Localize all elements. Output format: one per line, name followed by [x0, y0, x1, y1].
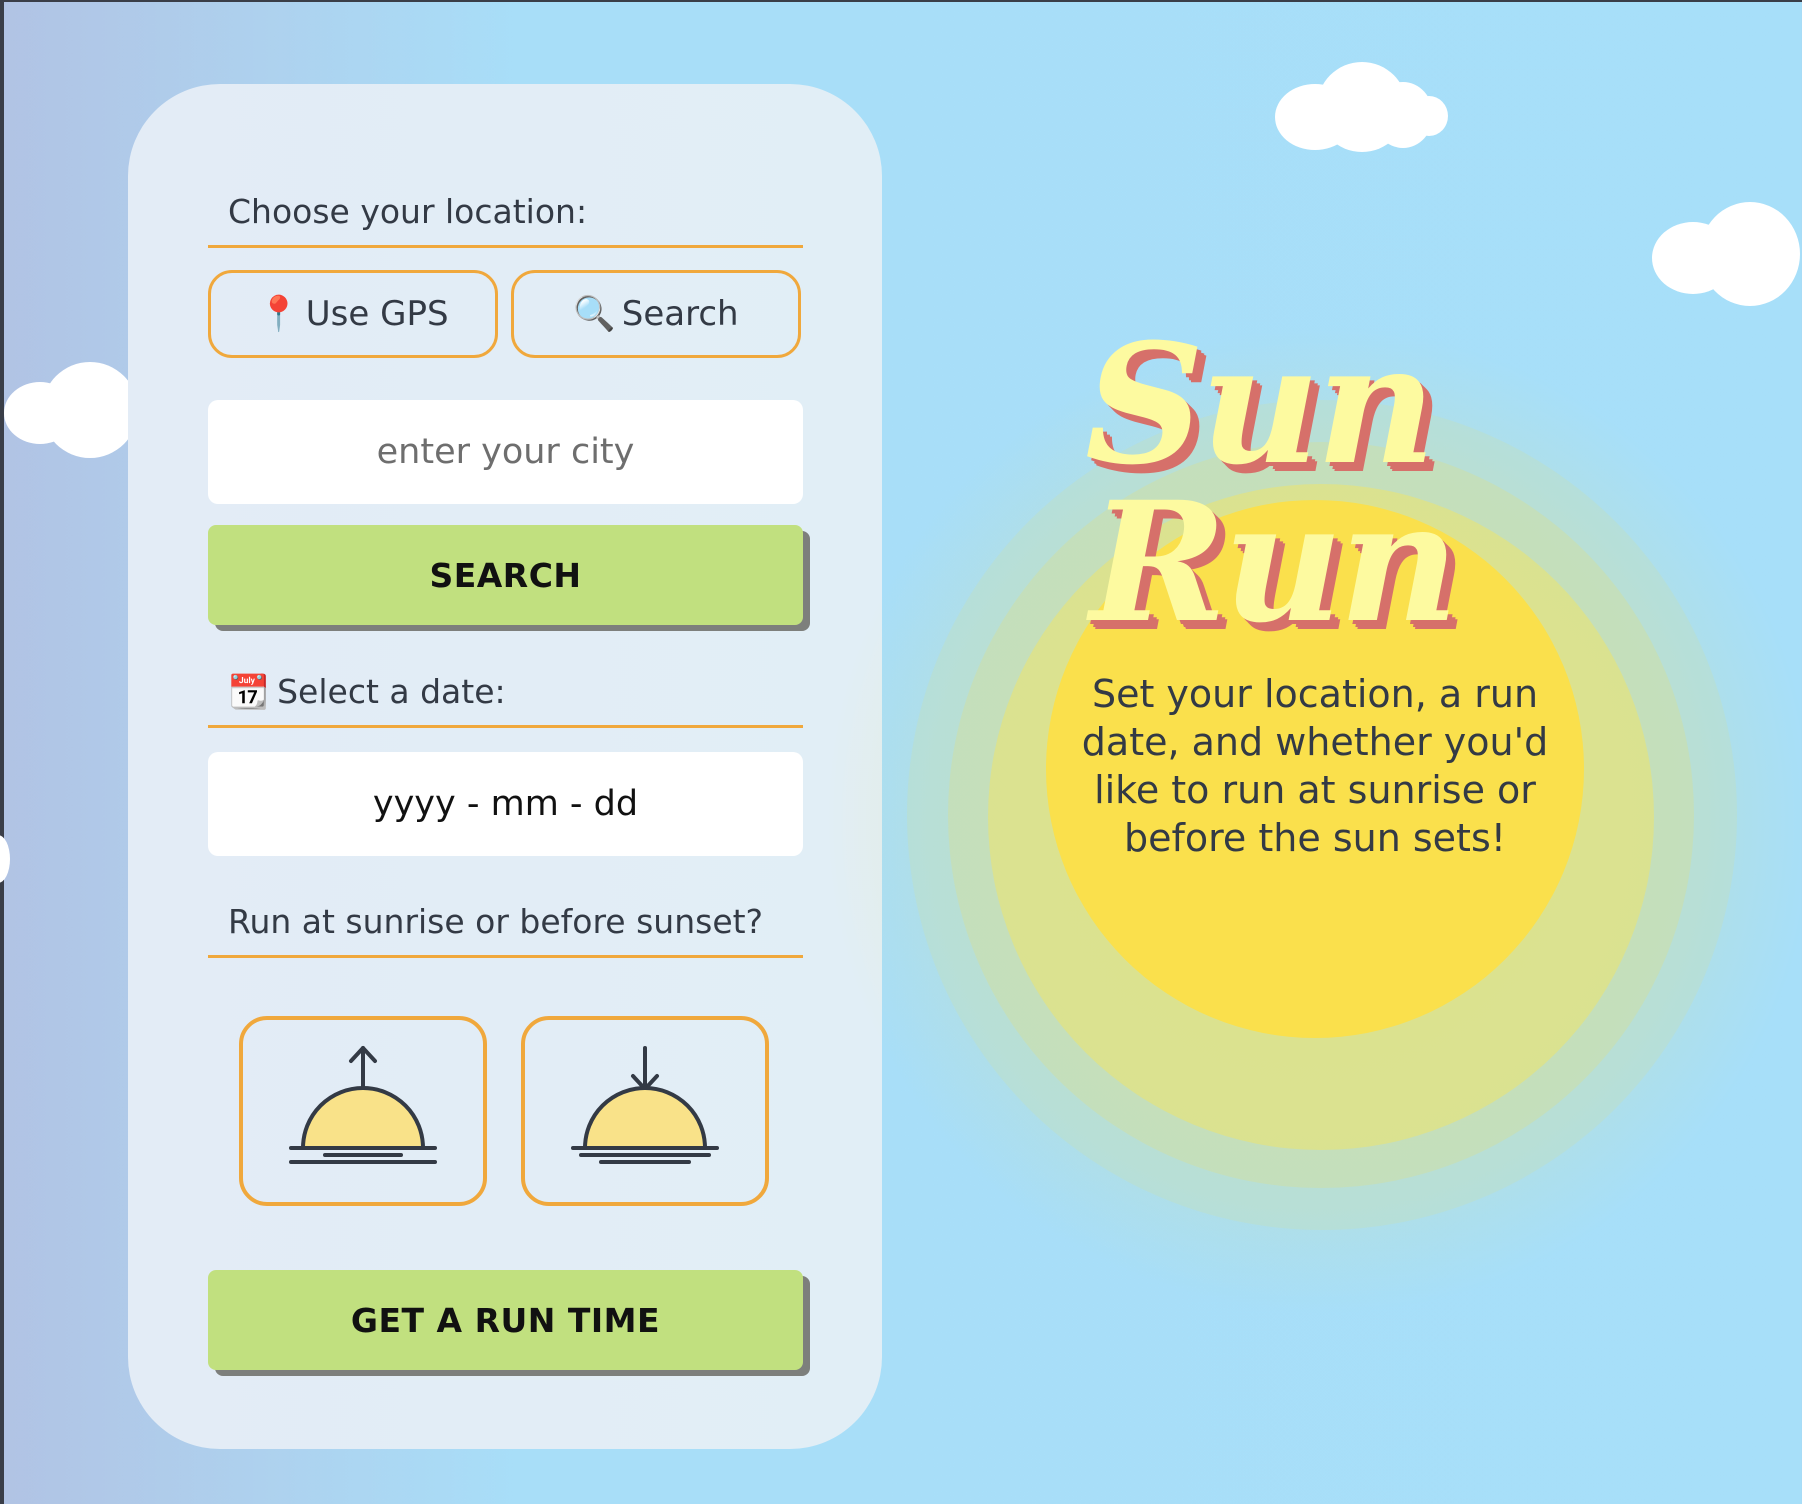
sunset-button[interactable]	[521, 1016, 769, 1206]
date-input-placeholder: yyyy - mm - dd	[372, 784, 639, 824]
get-run-time-label: GET A RUN TIME	[350, 1300, 661, 1340]
window-left-border	[0, 0, 4, 1504]
cloud-right	[1652, 202, 1802, 312]
date-section-label: 📆 Select a date:	[208, 658, 803, 728]
search-mode-button[interactable]: 🔍 Search	[511, 270, 801, 358]
city-input-placeholder: enter your city	[376, 432, 635, 472]
calendar-icon: 📆	[228, 671, 270, 711]
date-label-text: Select a date:	[277, 672, 506, 711]
title-sun: Sun	[1085, 307, 1436, 501]
date-input[interactable]: yyyy - mm - dd	[208, 752, 803, 856]
search-city-label: SEARCH	[429, 555, 582, 595]
magnifier-icon: 🔍	[573, 294, 616, 334]
cloud-top	[1275, 60, 1450, 155]
city-input[interactable]: enter your city	[208, 400, 803, 504]
use-gps-button[interactable]: 📍 Use GPS	[208, 270, 498, 358]
window-top-border	[0, 0, 1802, 2]
sunrise-icon	[289, 1046, 437, 1164]
cloud-edge	[0, 835, 12, 885]
get-run-time-button[interactable]: GET A RUN TIME	[208, 1270, 803, 1370]
search-mode-label: Search	[621, 294, 739, 334]
title-run: Run	[1090, 465, 1459, 659]
sunset-icon	[571, 1046, 719, 1164]
map-pin-icon: 📍	[257, 294, 300, 334]
use-gps-label: Use GPS	[305, 294, 449, 334]
location-section-label: Choose your location:	[208, 178, 803, 248]
sunrise-button[interactable]	[239, 1016, 487, 1206]
search-city-button[interactable]: SEARCH	[208, 525, 803, 625]
tagline: Set your location, a run date, and wheth…	[1081, 672, 1549, 860]
location-label-text: Choose your location:	[228, 192, 588, 231]
timing-label-text: Run at sunrise or before sunset?	[228, 902, 764, 941]
timing-section-label: Run at sunrise or before sunset?	[208, 888, 803, 958]
